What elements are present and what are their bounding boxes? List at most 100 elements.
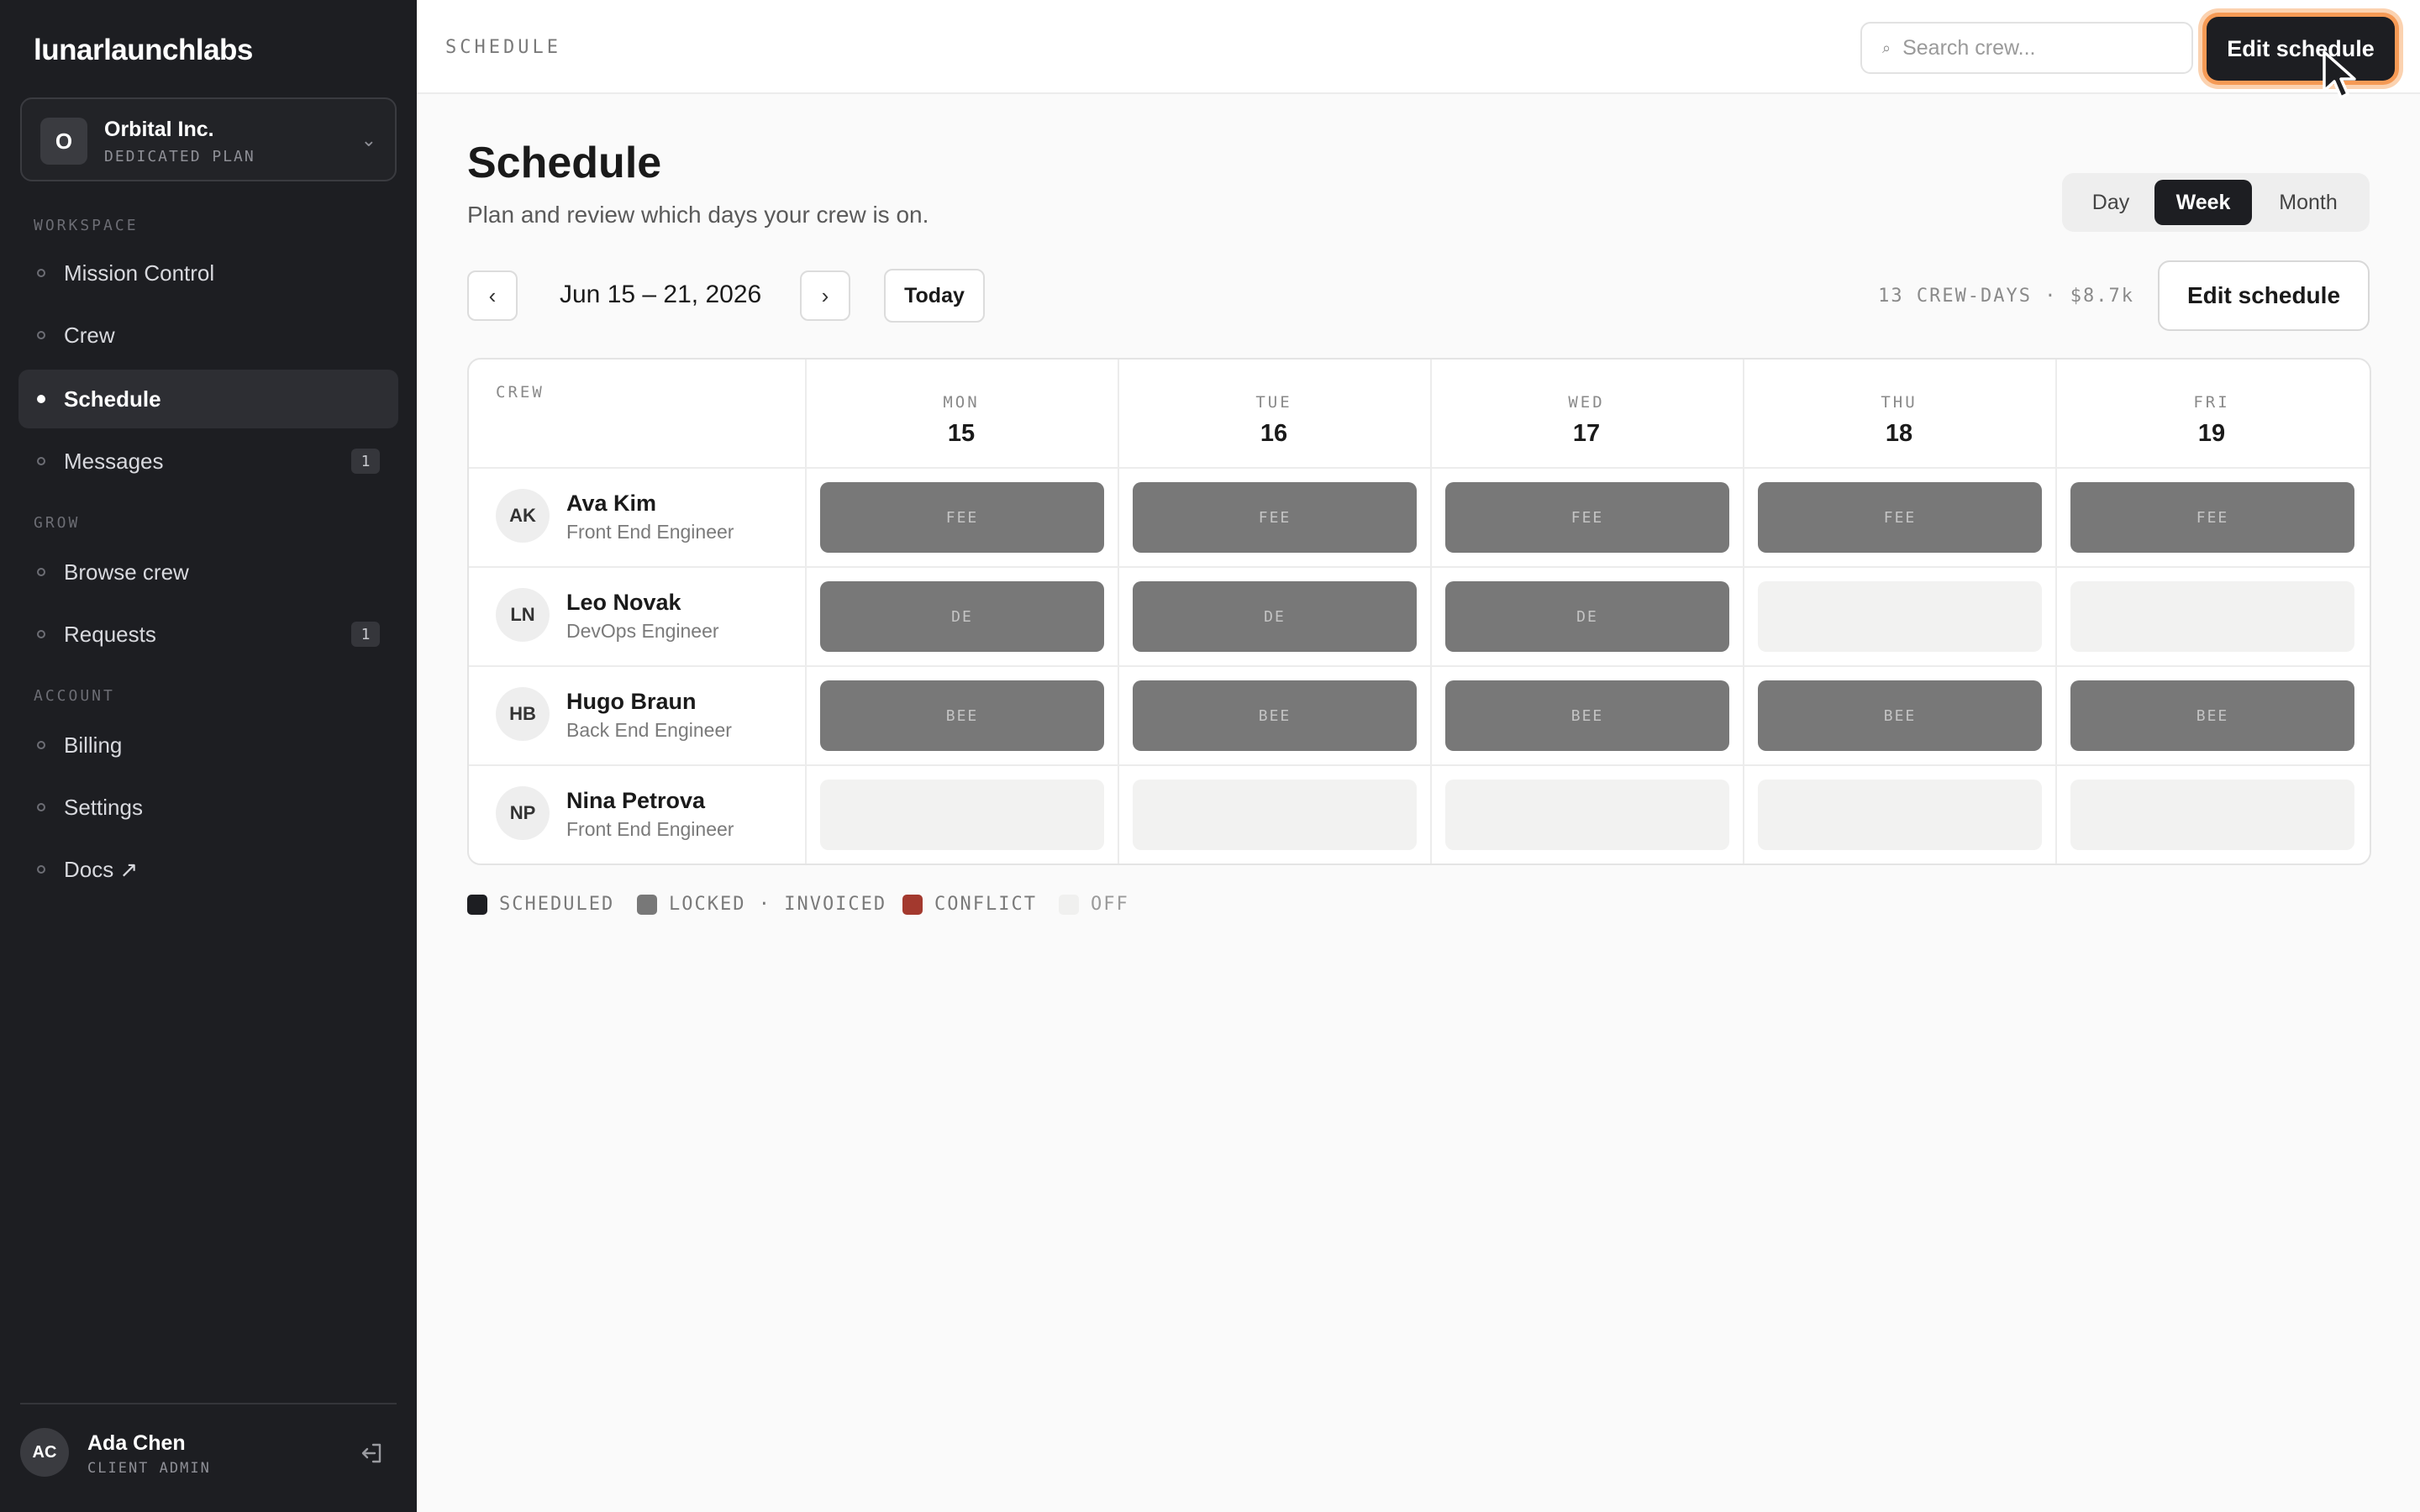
breadcrumb: SCHEDULE <box>445 37 561 58</box>
section-label-account: ACCOUNT <box>34 687 115 705</box>
schedule-cell[interactable]: BEE <box>2070 680 2354 751</box>
sidebar-item-settings[interactable]: Settings <box>18 778 398 837</box>
crew-name: Hugo Braun <box>566 689 697 714</box>
crew-row-nina-petrova[interactable]: NP Nina Petrova Front End Engineer <box>469 764 805 864</box>
org-name: Orbital Inc. <box>104 118 214 141</box>
nav-dot-icon <box>37 865 45 874</box>
schedule-grid: CREW MON 15 TUE 16 WED 17 THU 18 FRI 19 … <box>467 358 2371 865</box>
schedule-cell[interactable]: FEE <box>1133 482 1417 553</box>
legend-swatch <box>467 894 487 915</box>
org-plan: DEDICATED PLAN <box>104 148 255 165</box>
schedule-cell[interactable]: DE <box>820 581 1104 652</box>
page-subtitle: Plan and review which days your crew is … <box>467 202 929 228</box>
schedule-cell[interactable]: DE <box>1133 581 1417 652</box>
edit-schedule-button-top[interactable]: Edit schedule <box>2207 17 2395 81</box>
sidebar-item-label: Schedule <box>64 386 161 412</box>
legend-swatch <box>902 894 923 915</box>
day-number: 16 <box>1260 420 1288 447</box>
schedule-cell-off[interactable] <box>2070 780 2354 850</box>
sidebar-item-label: Settings <box>64 794 143 820</box>
schedule-cell[interactable]: BEE <box>1445 680 1729 751</box>
view-toggle: Day Week Month <box>2062 173 2370 232</box>
crew-role: DevOps Engineer <box>566 620 719 642</box>
mouse-cursor-icon <box>2323 50 2356 99</box>
day-number: 17 <box>1572 420 1601 447</box>
legend-label: OFF <box>1091 894 1129 915</box>
section-label-workspace: WORKSPACE <box>34 217 139 234</box>
avatar: NP <box>496 786 550 840</box>
schedule-cell[interactable]: FEE <box>1758 482 2042 553</box>
view-month-button[interactable]: Month <box>2255 180 2361 225</box>
day-name: MON <box>943 393 980 412</box>
schedule-cell-off[interactable] <box>1445 780 1729 850</box>
edit-schedule-button[interactable]: Edit schedule <box>2158 260 2370 331</box>
schedule-cell-off[interactable] <box>2070 581 2354 652</box>
schedule-cell-off[interactable] <box>820 780 1104 850</box>
avatar[interactable]: AC <box>20 1428 69 1477</box>
sidebar: lunarlaunchlabs O Orbital Inc. DEDICATED… <box>0 0 417 1512</box>
schedule-cell-off[interactable] <box>1758 780 2042 850</box>
view-week-button[interactable]: Week <box>2154 180 2252 225</box>
prev-week-button[interactable]: ‹ <box>467 270 518 321</box>
crew-role: Front End Engineer <box>566 818 734 840</box>
crew-role: Back End Engineer <box>566 719 732 741</box>
sidebar-item-browse-crew[interactable]: Browse crew <box>18 543 398 601</box>
search-input[interactable] <box>1902 35 2172 60</box>
sidebar-item-label: Billing <box>64 732 123 758</box>
avatar: LN <box>496 588 550 642</box>
view-day-button[interactable]: Day <box>2070 180 2151 225</box>
sidebar-item-messages[interactable]: Messages 1 <box>18 432 398 491</box>
day-name: TUE <box>1255 393 1292 412</box>
org-switcher[interactable]: O Orbital Inc. DEDICATED PLAN ⌄ <box>20 97 397 181</box>
crew-row-hugo-braun[interactable]: HB Hugo Braun Back End Engineer <box>469 665 805 764</box>
crew-column-header: CREW <box>496 383 544 402</box>
sidebar-item-schedule[interactable]: Schedule <box>18 370 398 428</box>
crew-days-summary: 13 CREW-DAYS · $8.7k <box>1878 286 2134 307</box>
nav-dot-icon <box>37 741 45 749</box>
sidebar-item-label: Crew <box>64 322 115 348</box>
sidebar-item-crew[interactable]: Crew <box>18 306 398 365</box>
nav-dot-icon <box>37 269 45 277</box>
schedule-cell[interactable]: FEE <box>1445 482 1729 553</box>
sidebar-item-docs[interactable]: Docs ↗ <box>18 840 398 899</box>
messages-count-badge: 1 <box>351 449 380 474</box>
date-range: Jun 15 – 21, 2026 <box>560 281 762 308</box>
day-number: 19 <box>2197 420 2226 447</box>
schedule-cell[interactable]: DE <box>1445 581 1729 652</box>
sidebar-item-label: Requests <box>64 621 156 647</box>
brand-logo[interactable]: lunarlaunchlabs <box>34 34 253 67</box>
sidebar-item-mission-control[interactable]: Mission Control <box>18 244 398 302</box>
sidebar-item-label: Mission Control <box>64 260 215 286</box>
day-name: WED <box>1568 393 1605 412</box>
schedule-cell[interactable]: BEE <box>1133 680 1417 751</box>
logout-icon[interactable] <box>358 1440 385 1467</box>
search-box[interactable]: ⌕ <box>1860 22 2193 74</box>
day-name: THU <box>1881 393 1918 412</box>
legend-conflict: CONFLICT <box>902 894 1037 915</box>
today-button[interactable]: Today <box>884 269 985 323</box>
schedule-cell[interactable]: FEE <box>820 482 1104 553</box>
schedule-cell-off[interactable] <box>1133 780 1417 850</box>
legend-scheduled: SCHEDULED <box>467 894 614 915</box>
schedule-cell[interactable]: FEE <box>2070 482 2354 553</box>
crew-row-ava-kim[interactable]: AK Ava Kim Front End Engineer <box>469 467 805 566</box>
schedule-cell[interactable]: BEE <box>820 680 1104 751</box>
nav-dot-icon <box>37 568 45 576</box>
crew-name: Nina Petrova <box>566 788 706 813</box>
next-week-button[interactable]: › <box>800 270 850 321</box>
schedule-cell[interactable]: BEE <box>1758 680 2042 751</box>
sidebar-item-billing[interactable]: Billing <box>18 716 398 774</box>
day-header-mon: MON 15 <box>805 393 1118 448</box>
day-header-fri: FRI 19 <box>2055 393 2368 448</box>
sidebar-item-requests[interactable]: Requests 1 <box>18 605 398 664</box>
page-title: Schedule <box>467 139 662 187</box>
chevron-down-icon: ⌄ <box>360 129 376 150</box>
schedule-cell-off[interactable] <box>1758 581 2042 652</box>
user-name: Ada Chen <box>87 1431 186 1455</box>
section-label-grow: GROW <box>34 514 81 532</box>
crew-name: Ava Kim <box>566 491 657 516</box>
nav-dot-icon <box>37 331 45 339</box>
crew-row-leo-novak[interactable]: LN Leo Novak DevOps Engineer <box>469 566 805 665</box>
avatar: AK <box>496 489 550 543</box>
sidebar-item-label: Docs ↗ <box>64 856 139 882</box>
